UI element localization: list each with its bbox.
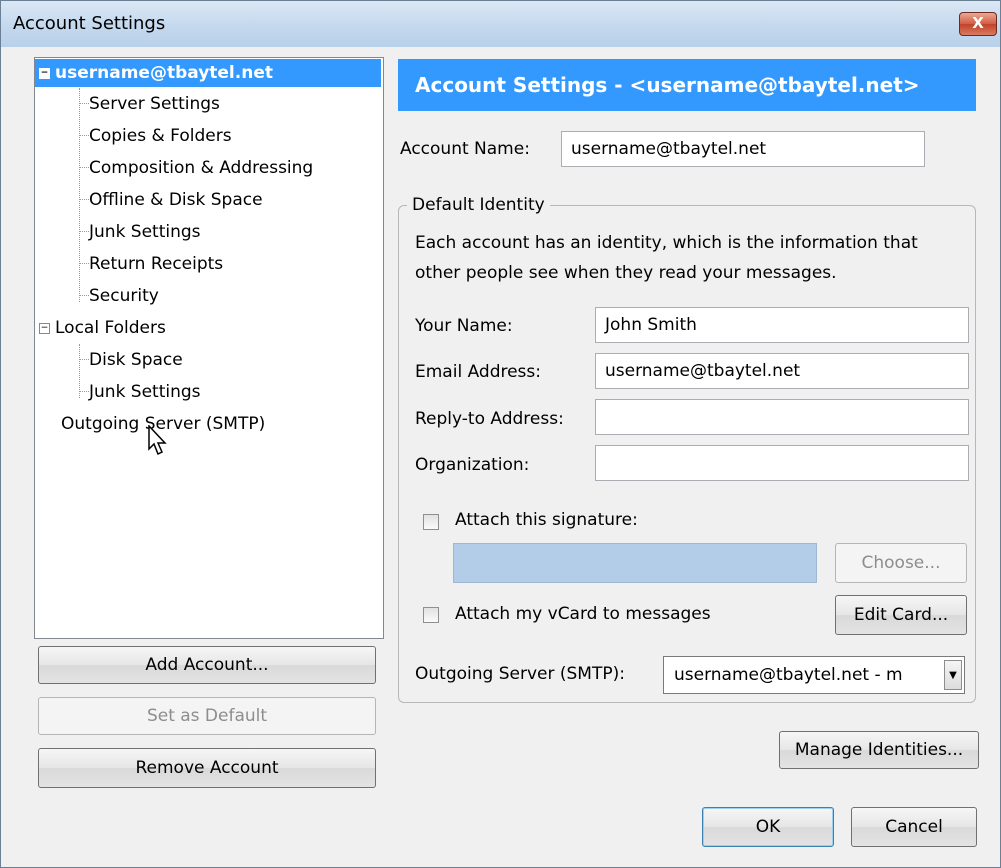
tree-guide-line xyxy=(79,135,89,136)
manage-identities-button[interactable]: Manage Identities... xyxy=(779,731,979,769)
remove-account-button[interactable]: Remove Account xyxy=(38,748,376,788)
tree-item-security[interactable]: Security xyxy=(89,282,159,310)
collapse-icon[interactable]: − xyxy=(39,67,50,79)
tree-item-account[interactable]: − username@tbaytel.net xyxy=(35,59,381,87)
tree-item-return-receipts[interactable]: Return Receipts xyxy=(89,250,223,278)
reply-to-label: Reply-to Address: xyxy=(415,409,564,429)
tree-guide-line xyxy=(79,88,80,302)
tree-guide-line xyxy=(79,359,89,360)
tree-guide-line xyxy=(79,167,89,168)
your-name-label: Your Name: xyxy=(415,316,513,336)
collapse-icon[interactable]: − xyxy=(39,322,50,334)
tree-guide-line xyxy=(79,263,89,264)
attach-vcard-checkbox[interactable] xyxy=(423,607,439,623)
tree-item-junk-settings[interactable]: Junk Settings xyxy=(89,218,201,246)
tree-item-label: username@tbaytel.net xyxy=(55,63,273,83)
ok-button[interactable]: OK xyxy=(702,807,834,847)
smtp-select-value: username@tbaytel.net - m xyxy=(674,665,903,685)
tree-item-server-settings[interactable]: Server Settings xyxy=(89,90,220,118)
tree-guide-line xyxy=(79,103,89,104)
cancel-button[interactable]: Cancel xyxy=(851,807,977,847)
signature-file-field[interactable] xyxy=(453,543,817,583)
email-address-input[interactable]: username@tbaytel.net xyxy=(595,353,969,389)
tree-item-composition-addressing[interactable]: Composition & Addressing xyxy=(89,154,313,182)
account-name-input[interactable]: username@tbaytel.net xyxy=(561,131,925,167)
attach-signature-label: Attach this signature: xyxy=(455,510,638,530)
title-bar[interactable]: Account Settings X xyxy=(1,1,1000,47)
close-button[interactable]: X xyxy=(959,12,997,36)
mouse-cursor-icon xyxy=(148,425,167,456)
account-name-label: Account Name: xyxy=(400,139,530,159)
window-title: Account Settings xyxy=(13,13,166,34)
choose-button[interactable]: Choose... xyxy=(835,543,967,583)
attach-vcard-label: Attach my vCard to messages xyxy=(455,604,711,624)
reply-to-input[interactable] xyxy=(595,399,969,435)
your-name-input[interactable]: John Smith xyxy=(595,307,969,343)
set-default-button[interactable]: Set as Default xyxy=(38,697,376,735)
account-tree[interactable]: − username@tbaytel.net Server Settings Co… xyxy=(34,57,384,639)
organization-label: Organization: xyxy=(415,455,530,475)
attach-signature-checkbox[interactable] xyxy=(423,514,439,530)
smtp-label: Outgoing Server (SMTP): xyxy=(415,664,625,684)
identity-description-line1: Each account has an identity, which is t… xyxy=(415,233,918,253)
tree-guide-line xyxy=(79,344,80,398)
tree-guide-line xyxy=(79,199,89,200)
tree-item-local-folders[interactable]: − Local Folders xyxy=(39,314,166,342)
dialog-body: − username@tbaytel.net Server Settings Co… xyxy=(9,47,992,859)
add-account-button[interactable]: Add Account... xyxy=(38,646,376,684)
close-icon: X xyxy=(972,14,984,32)
tree-guide-line xyxy=(79,231,89,232)
tree-item-disk-space[interactable]: Disk Space xyxy=(89,346,183,374)
tree-item-local-junk-settings[interactable]: Junk Settings xyxy=(89,378,201,406)
panel-header: Account Settings - <username@tbaytel.net… xyxy=(398,59,976,111)
group-title: Default Identity xyxy=(407,195,550,215)
dropdown-arrow-icon[interactable]: ▼ xyxy=(944,660,962,690)
organization-input[interactable] xyxy=(595,445,969,481)
smtp-select[interactable]: username@tbaytel.net - m ▼ xyxy=(663,656,965,694)
identity-description-line2: other people see when they read your mes… xyxy=(415,263,837,283)
tree-item-offline-disk-space[interactable]: Offline & Disk Space xyxy=(89,186,263,214)
email-address-label: Email Address: xyxy=(415,362,541,382)
edit-card-button[interactable]: Edit Card... xyxy=(835,595,967,635)
tree-guide-line xyxy=(79,391,89,392)
account-settings-window: Account Settings X − username@tbaytel.net… xyxy=(0,0,1001,868)
tree-guide-line xyxy=(79,295,89,296)
tree-item-copies-folders[interactable]: Copies & Folders xyxy=(89,122,232,150)
